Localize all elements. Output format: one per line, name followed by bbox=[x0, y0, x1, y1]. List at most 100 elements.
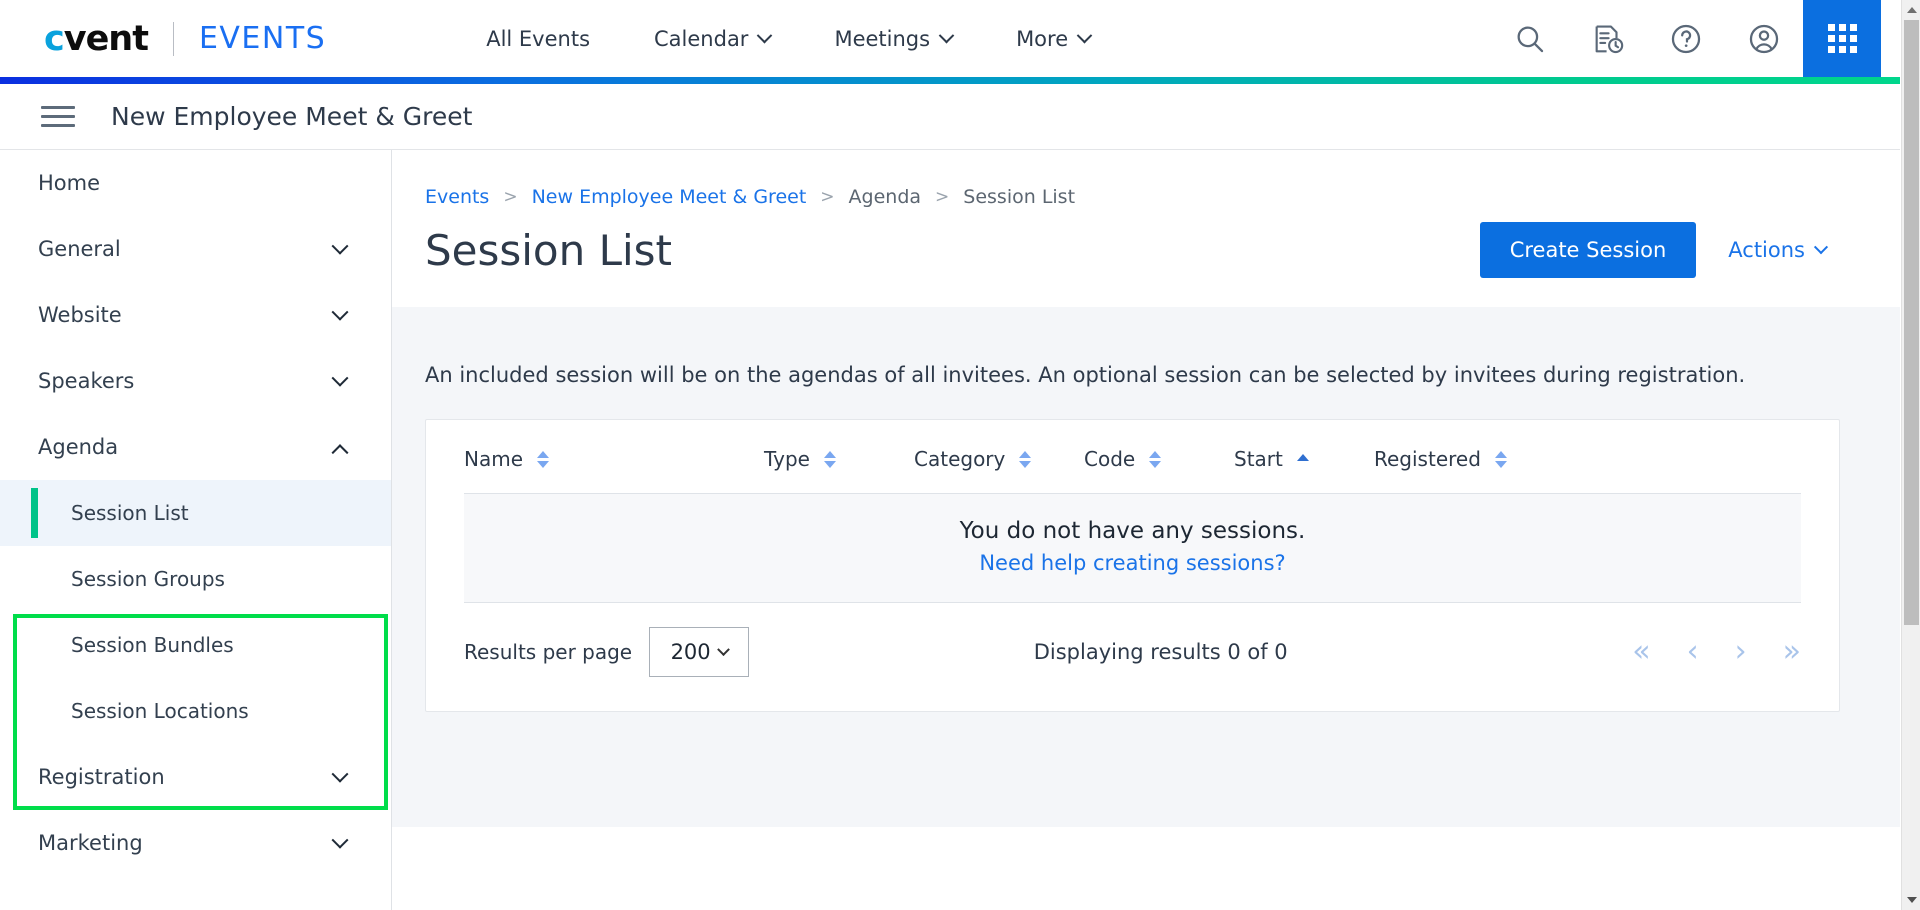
breadcrumb-separator: > bbox=[935, 187, 950, 207]
pagination-last-button[interactable]: » bbox=[1783, 637, 1801, 667]
sidebar-label-registration: Registration bbox=[38, 765, 165, 789]
breadcrumb-item-agenda: Agenda bbox=[848, 186, 922, 208]
sort-toggle-registered[interactable] bbox=[1494, 450, 1507, 468]
sort-toggle-category[interactable] bbox=[1019, 450, 1032, 468]
sidebar-item-home[interactable]: Home bbox=[0, 150, 391, 216]
sidebar-label-session-locations: Session Locations bbox=[71, 699, 249, 723]
hamburger-icon[interactable] bbox=[41, 106, 75, 127]
session-list-card: Name Type Category Code Start Registered… bbox=[425, 419, 1840, 712]
actions-menu-button[interactable]: Actions bbox=[1714, 228, 1840, 272]
sort-toggle-type[interactable] bbox=[823, 450, 836, 468]
event-title: New Employee Meet & Greet bbox=[111, 102, 473, 131]
nav-item-all-events[interactable]: All Events bbox=[454, 27, 622, 51]
chevron-down-icon bbox=[757, 27, 773, 44]
breadcrumb-separator: > bbox=[820, 187, 835, 207]
pagination-next-button[interactable]: › bbox=[1735, 637, 1747, 667]
table-header-row: Name Type Category Code Start Registered bbox=[464, 447, 1801, 494]
sidebar-item-registration[interactable]: Registration bbox=[0, 744, 391, 810]
pagination-prev-button[interactable]: ‹ bbox=[1687, 637, 1699, 667]
sidebar-item-speakers[interactable]: Speakers bbox=[0, 348, 391, 414]
column-header-name[interactable]: Name bbox=[464, 447, 764, 494]
chevron-up-icon bbox=[331, 444, 349, 462]
sort-toggle-start[interactable] bbox=[1296, 454, 1309, 464]
body-row: Home General Website Speakers Agenda Ses… bbox=[0, 150, 1900, 910]
session-table-body: You do not have any sessions. Need help … bbox=[464, 493, 1801, 603]
chevron-down-icon bbox=[938, 27, 955, 44]
account-circle-icon[interactable] bbox=[1725, 0, 1803, 77]
empty-state-cell: You do not have any sessions. Need help … bbox=[464, 493, 1801, 603]
column-header-category[interactable]: Category bbox=[914, 447, 1084, 494]
nav-label-more: More bbox=[1016, 26, 1069, 51]
chevron-down-icon bbox=[1076, 27, 1093, 44]
displaying-results-text: Displaying results 0 of 0 bbox=[1033, 640, 1288, 664]
sidebar-item-session-groups[interactable]: Session Groups bbox=[0, 546, 391, 612]
empty-state-message: You do not have any sessions. bbox=[959, 518, 1306, 544]
page-title: Session List bbox=[425, 225, 673, 275]
app-grid-dots bbox=[1827, 24, 1857, 53]
sidebar-item-session-list[interactable]: Session List bbox=[0, 480, 391, 546]
sort-toggle-name[interactable] bbox=[537, 450, 550, 468]
breadcrumb: Events > New Employee Meet & Greet > Age… bbox=[392, 150, 1900, 208]
session-table: Name Type Category Code Start Registered… bbox=[464, 447, 1801, 603]
breadcrumb-item-event[interactable]: New Employee Meet & Greet bbox=[532, 186, 807, 208]
column-label-registered: Registered bbox=[1374, 447, 1481, 471]
nav-item-calendar[interactable]: Calendar bbox=[622, 27, 802, 51]
sidebar-item-marketing[interactable]: Marketing bbox=[0, 810, 391, 876]
sort-toggle-code[interactable] bbox=[1149, 450, 1162, 468]
cvent-wordmark: cvent bbox=[44, 18, 149, 59]
nav-item-meetings[interactable]: Meetings bbox=[802, 27, 984, 51]
event-context-bar: New Employee Meet & Greet bbox=[0, 84, 1900, 150]
sidebar-item-session-locations[interactable]: Session Locations bbox=[0, 678, 391, 744]
sidebar-label-speakers: Speakers bbox=[38, 369, 135, 393]
sidebar-label-website: Website bbox=[38, 303, 122, 327]
scrollbar-thumb[interactable] bbox=[1904, 20, 1919, 625]
column-label-category: Category bbox=[914, 447, 1006, 471]
search-icon[interactable] bbox=[1491, 0, 1569, 77]
page-scrollbar[interactable] bbox=[1901, 0, 1920, 910]
column-header-type[interactable]: Type bbox=[764, 447, 914, 494]
column-header-code[interactable]: Code bbox=[1084, 447, 1234, 494]
logo-c-letter: c bbox=[44, 18, 65, 59]
sidebar-item-agenda[interactable]: Agenda bbox=[0, 414, 391, 480]
pagination-controls: « ‹ › » bbox=[1632, 637, 1801, 667]
sidebar-item-general[interactable]: General bbox=[0, 216, 391, 282]
scrollbar-up-arrow[interactable] bbox=[1902, 0, 1920, 19]
cvent-logo[interactable]: cvent EVENTS bbox=[44, 19, 326, 59]
column-label-start: Start bbox=[1234, 447, 1283, 471]
nav-item-more[interactable]: More bbox=[984, 27, 1122, 51]
page-header: Session List Create Session Actions bbox=[392, 208, 1900, 278]
product-name: EVENTS bbox=[198, 21, 327, 56]
left-sidebar: Home General Website Speakers Agenda Ses… bbox=[0, 150, 392, 910]
top-nav-utilities bbox=[1491, 0, 1881, 77]
chevron-down-icon bbox=[331, 765, 349, 783]
sidebar-item-website[interactable]: Website bbox=[0, 282, 391, 348]
table-footer: Results per page 200 Displaying results … bbox=[426, 603, 1839, 711]
brand-gradient-bar bbox=[0, 77, 1900, 84]
app-grid-icon[interactable] bbox=[1803, 0, 1881, 77]
breadcrumb-item-events[interactable]: Events bbox=[425, 186, 489, 208]
column-label-name: Name bbox=[464, 447, 524, 471]
pagination-first-button[interactable]: « bbox=[1632, 637, 1650, 667]
create-session-button[interactable]: Create Session bbox=[1479, 222, 1697, 278]
session-table-head: Name Type Category Code Start Registered bbox=[464, 447, 1801, 494]
sidebar-label-session-list: Session List bbox=[71, 501, 189, 525]
chevron-down-icon bbox=[331, 369, 349, 387]
page-header-actions: Create Session Actions bbox=[1479, 222, 1840, 278]
need-help-link[interactable]: Need help creating sessions? bbox=[979, 551, 1285, 575]
main-nav-items: All Events Calendar Meetings More bbox=[454, 27, 1122, 51]
column-header-registered[interactable]: Registered bbox=[1374, 447, 1801, 494]
session-info-note: An included session will be on the agend… bbox=[425, 363, 1746, 387]
sidebar-item-session-bundles[interactable]: Session Bundles bbox=[0, 612, 391, 678]
column-header-start[interactable]: Start bbox=[1234, 447, 1374, 494]
content-panel: An included session will be on the agend… bbox=[392, 307, 1900, 827]
report-clock-icon[interactable] bbox=[1569, 0, 1647, 77]
actions-label: Actions bbox=[1728, 238, 1805, 262]
breadcrumb-separator: > bbox=[503, 187, 518, 207]
help-circle-icon[interactable] bbox=[1647, 0, 1725, 77]
global-top-nav: cvent EVENTS All Events Calendar Meeting… bbox=[0, 0, 1900, 77]
sidebar-label-agenda: Agenda bbox=[38, 435, 119, 459]
sidebar-label-session-groups: Session Groups bbox=[71, 567, 225, 591]
chevron-down-icon bbox=[1813, 240, 1829, 255]
nav-label-calendar: Calendar bbox=[654, 26, 749, 51]
chevron-down-icon bbox=[331, 831, 349, 849]
